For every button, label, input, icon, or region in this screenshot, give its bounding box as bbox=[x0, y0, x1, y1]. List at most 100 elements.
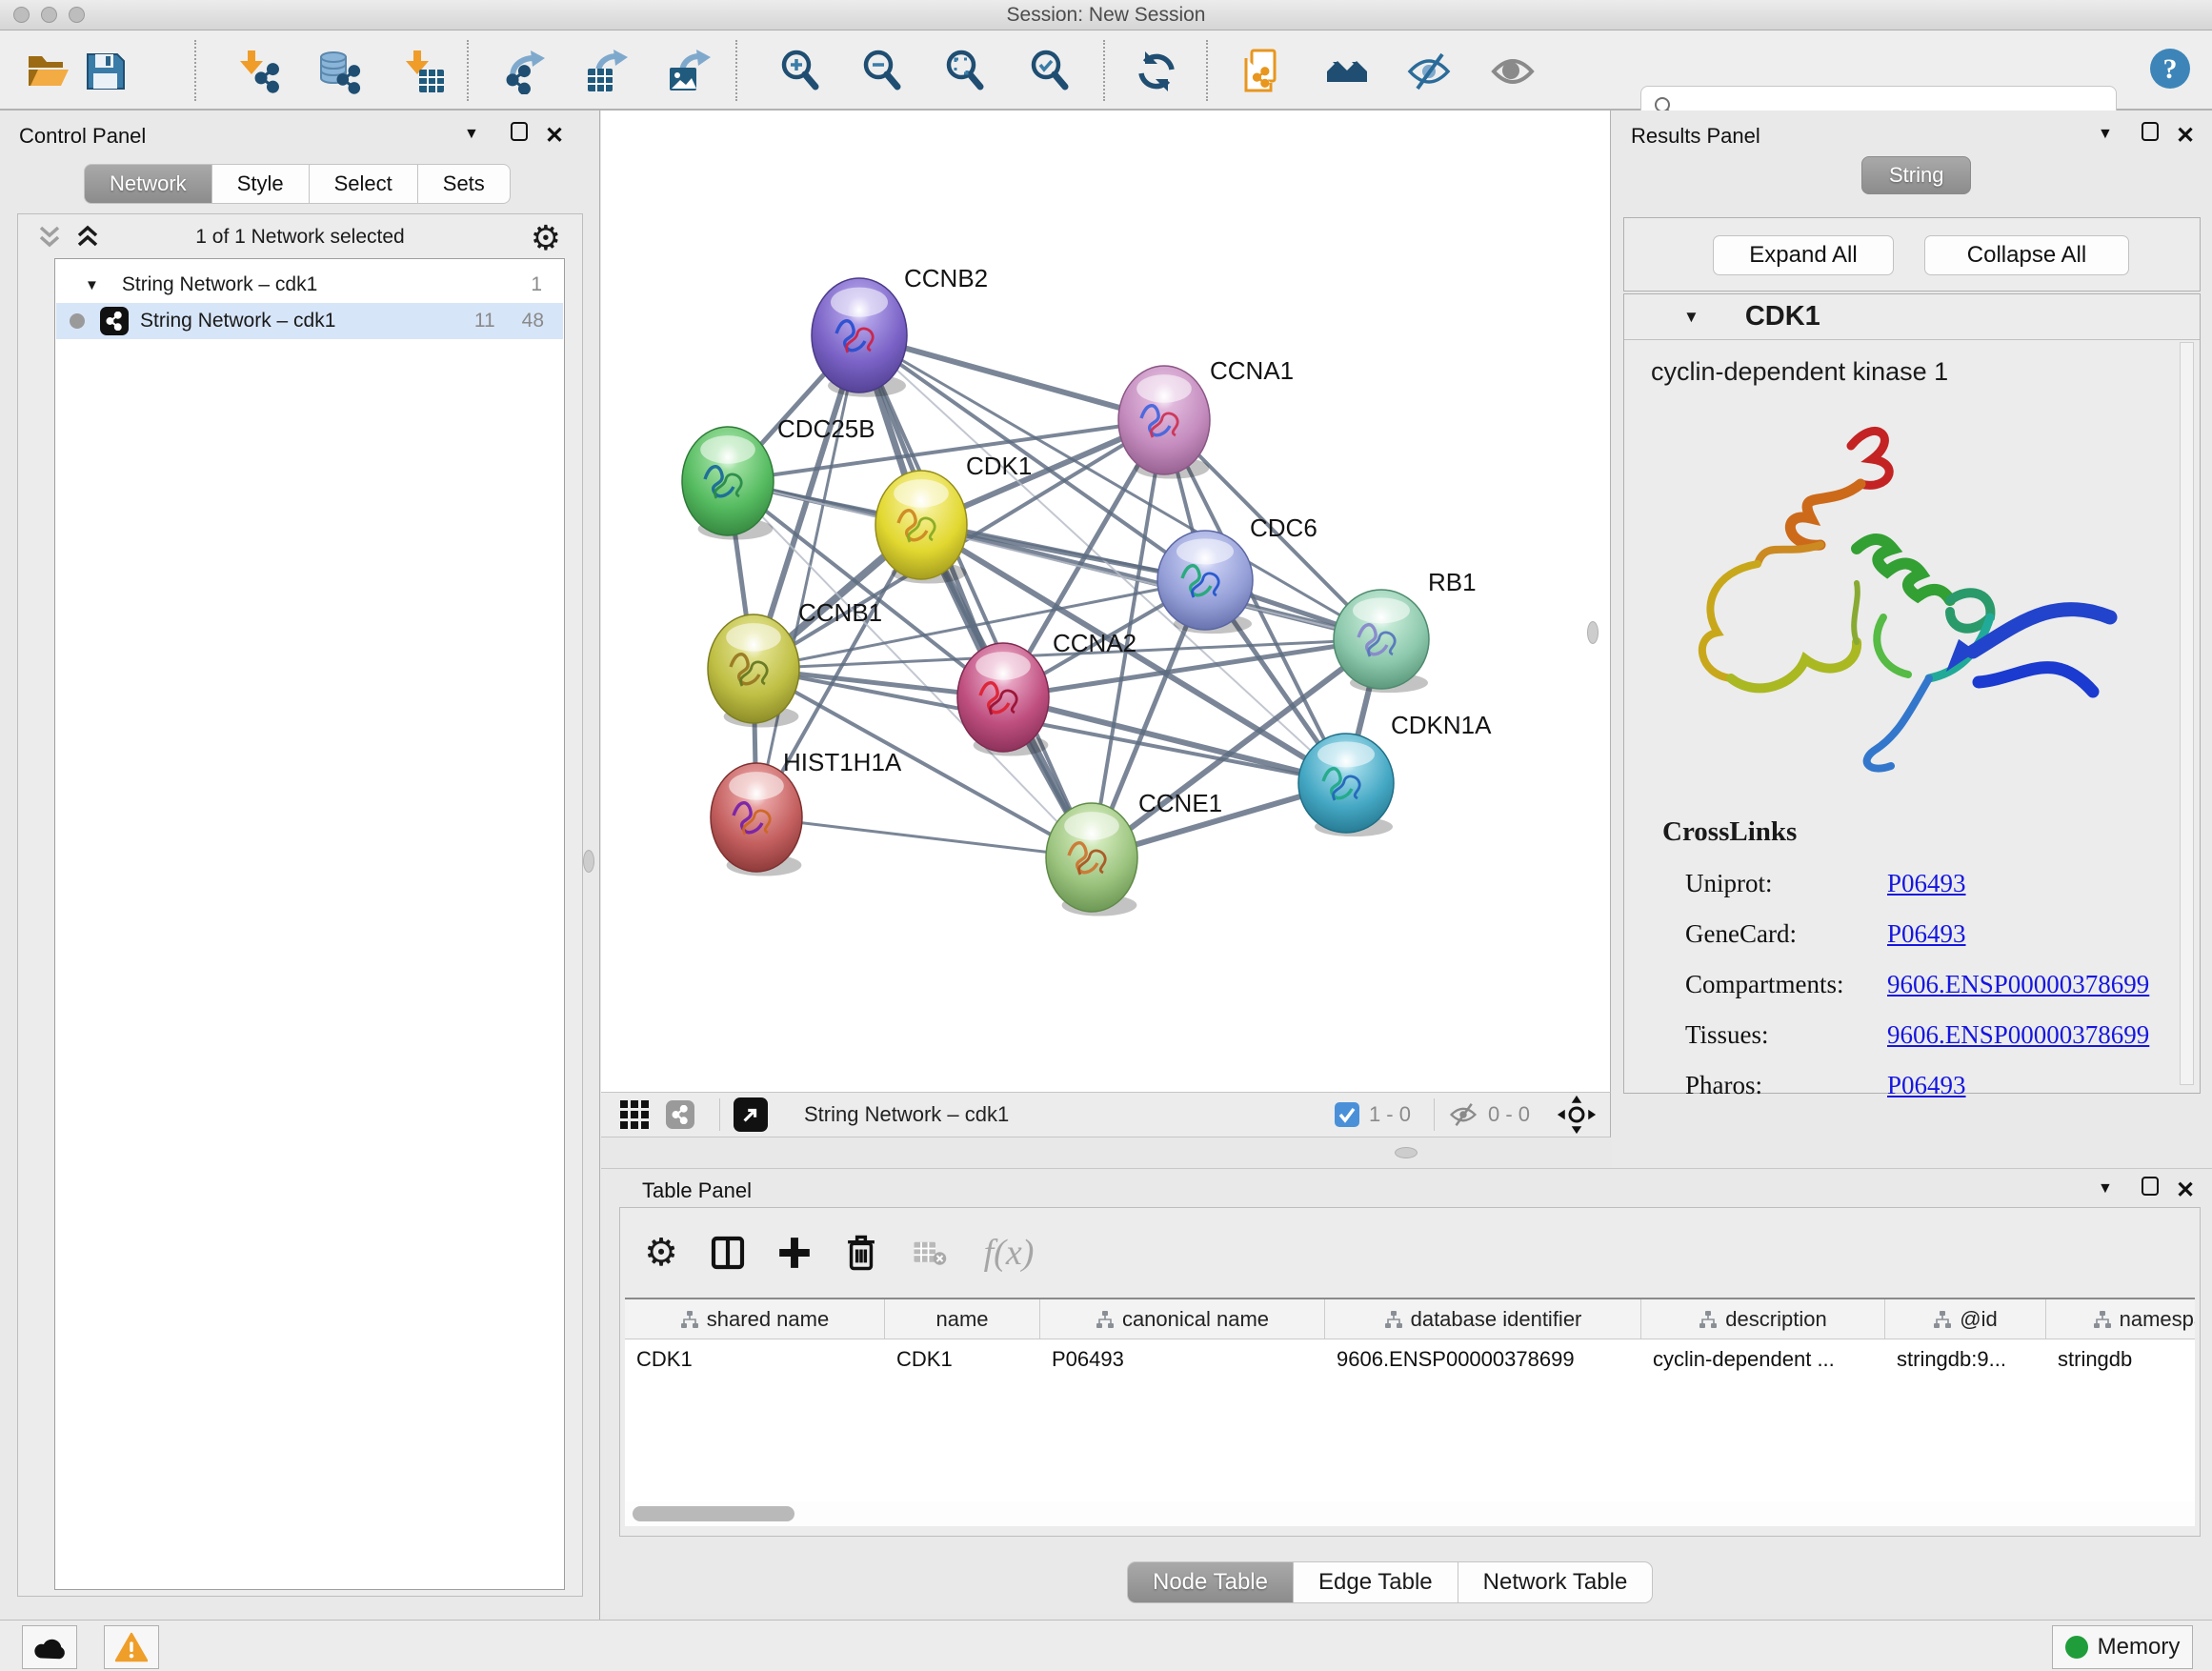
refresh-button[interactable] bbox=[1132, 47, 1181, 96]
import-table-button[interactable] bbox=[398, 47, 448, 96]
control-panel-close-icon[interactable]: ✕ bbox=[545, 122, 564, 150]
network-collection-row[interactable]: ▼ String Network – cdk1 1 bbox=[56, 267, 563, 303]
help-button[interactable]: ? bbox=[2145, 44, 2195, 93]
network-edge[interactable] bbox=[859, 335, 1092, 857]
export-network-button[interactable] bbox=[501, 47, 551, 96]
crosslink-link[interactable]: P06493 bbox=[1887, 919, 1966, 949]
table-header-namespace[interactable]: namespace bbox=[2046, 1299, 2195, 1339]
network-edge[interactable] bbox=[756, 817, 1092, 857]
network-node-label: CDC6 bbox=[1250, 513, 1317, 542]
zoom-selected-button[interactable] bbox=[1025, 47, 1075, 96]
results-scrollbar[interactable] bbox=[2180, 342, 2194, 1085]
export-table-button[interactable] bbox=[583, 47, 633, 96]
table-header-canonical-name[interactable]: canonical name bbox=[1040, 1299, 1325, 1339]
toolbar-separator bbox=[735, 40, 737, 101]
table-panel-restore-icon[interactable] bbox=[2142, 1177, 2159, 1196]
cloud-button[interactable] bbox=[22, 1625, 77, 1669]
clone-network-button[interactable] bbox=[1237, 47, 1286, 96]
expand-all-button[interactable]: Expand All bbox=[1713, 235, 1894, 275]
zoom-fit-button[interactable] bbox=[940, 47, 990, 96]
control-panel-restore-icon[interactable] bbox=[511, 122, 528, 141]
table-panel-float-icon[interactable]: ▼ bbox=[2098, 1180, 2113, 1198]
export-network-icon bbox=[503, 49, 549, 94]
scrollbar-thumb[interactable] bbox=[633, 1506, 794, 1521]
delete-table-icon-disabled bbox=[906, 1229, 954, 1277]
table-cell[interactable]: CDK1 bbox=[625, 1339, 885, 1379]
zoom-out-button[interactable] bbox=[857, 47, 907, 96]
import-network-icon bbox=[236, 49, 282, 94]
tab-network[interactable]: Network bbox=[84, 164, 212, 204]
import-network-from-database-button[interactable] bbox=[314, 47, 364, 96]
network-node-label: CDC25B bbox=[777, 414, 875, 443]
tab-node-table[interactable]: Node Table bbox=[1127, 1561, 1294, 1603]
import-network-button[interactable] bbox=[234, 47, 284, 96]
crosslink-label: GeneCard: bbox=[1685, 919, 1887, 949]
crosslink-link[interactable]: P06493 bbox=[1887, 869, 1966, 898]
collection-expand-arrow-icon[interactable]: ▼ bbox=[85, 277, 99, 293]
tab-network-table[interactable]: Network Table bbox=[1458, 1561, 1654, 1603]
crosslink-link[interactable]: 9606.ENSP00000378699 bbox=[1887, 970, 2149, 999]
entry-collapse-arrow-icon[interactable]: ▼ bbox=[1683, 308, 1699, 327]
selected-checkbox-icon[interactable] bbox=[1335, 1102, 1359, 1127]
tab-select[interactable]: Select bbox=[310, 164, 418, 204]
table-header-name[interactable]: name bbox=[885, 1299, 1040, 1339]
control-panel-float-icon[interactable]: ▼ bbox=[464, 126, 479, 143]
network-node-label: CCNE1 bbox=[1138, 789, 1222, 817]
zoom-selected-icon bbox=[1027, 49, 1073, 94]
tab-sets[interactable]: Sets bbox=[418, 164, 511, 204]
table-cell[interactable]: P06493 bbox=[1040, 1339, 1325, 1379]
tab-style[interactable]: Style bbox=[212, 164, 310, 204]
memory-button[interactable]: Memory bbox=[2052, 1625, 2193, 1669]
table-cell[interactable]: CDK1 bbox=[885, 1339, 1040, 1379]
table-row[interactable]: CDK1CDK1P064939606.ENSP00000378699cyclin… bbox=[625, 1339, 2195, 1379]
first-neighbors-button[interactable] bbox=[1322, 47, 1372, 96]
results-panel-float-icon[interactable]: ▼ bbox=[2098, 126, 2113, 143]
network-name: String Network – cdk1 bbox=[140, 310, 335, 332]
crosslink-link[interactable]: P06493 bbox=[1887, 1071, 1966, 1100]
table-panel-close-icon[interactable]: ✕ bbox=[2176, 1177, 2195, 1204]
goto-network-icon[interactable] bbox=[734, 1097, 768, 1132]
table-horizontal-scrollbar[interactable] bbox=[625, 1501, 2195, 1526]
fit-content-crosshair-icon[interactable] bbox=[1557, 1095, 1597, 1135]
add-column-icon[interactable] bbox=[771, 1229, 818, 1277]
crosslink-link[interactable]: 9606.ENSP00000378699 bbox=[1887, 1020, 2149, 1050]
table-header-description[interactable]: description bbox=[1641, 1299, 1885, 1339]
table-cell[interactable]: stringdb:9... bbox=[1885, 1339, 2046, 1379]
table-header-@id[interactable]: @id bbox=[1885, 1299, 2046, 1339]
show-columns-icon[interactable] bbox=[704, 1229, 752, 1277]
table-cell[interactable]: 9606.ENSP00000378699 bbox=[1325, 1339, 1641, 1379]
table-cell[interactable]: cyclin-dependent ... bbox=[1641, 1339, 1885, 1379]
export-image-button[interactable] bbox=[665, 47, 714, 96]
network-node-count: 11 bbox=[474, 310, 495, 332]
entry-header[interactable]: ▼ CDK1 bbox=[1624, 294, 2200, 340]
network-edge[interactable] bbox=[756, 335, 859, 817]
table-cell[interactable]: stringdb bbox=[2046, 1339, 2195, 1379]
right-splitter-handle[interactable] bbox=[1587, 621, 1599, 644]
hide-selected-button[interactable] bbox=[1404, 47, 1454, 96]
delete-column-trash-icon[interactable] bbox=[837, 1229, 885, 1277]
network-row-selected[interactable]: String Network – cdk1 11 48 bbox=[56, 303, 563, 339]
table-gear-icon[interactable]: ⚙ bbox=[637, 1229, 685, 1277]
left-splitter-handle[interactable] bbox=[583, 850, 594, 873]
network-view-canvas[interactable]: CCNB2CCNA1CDC25BCDK1CDC6RB1CCNB1CCNA2CDK… bbox=[601, 111, 1611, 1092]
warnings-button[interactable] bbox=[104, 1625, 159, 1669]
show-all-button[interactable] bbox=[1488, 47, 1538, 96]
birds-eye-grid-icon[interactable] bbox=[618, 1098, 651, 1131]
nav-separator bbox=[719, 1098, 720, 1131]
network-share-icon[interactable] bbox=[666, 1100, 694, 1129]
save-session-button[interactable] bbox=[80, 47, 130, 96]
open-file-button[interactable] bbox=[23, 47, 72, 96]
tab-string[interactable]: String bbox=[1861, 156, 1971, 194]
table-header-shared-name[interactable]: shared name bbox=[625, 1299, 885, 1339]
results-panel-restore-icon[interactable] bbox=[2142, 122, 2159, 141]
network-options-gear-icon[interactable]: ⚙ bbox=[531, 218, 561, 258]
crosslink-label: Uniprot: bbox=[1685, 869, 1887, 898]
results-panel-close-icon[interactable]: ✕ bbox=[2176, 122, 2195, 150]
collapse-all-button[interactable]: Collapse All bbox=[1924, 235, 2129, 275]
table-header-database-identifier[interactable]: database identifier bbox=[1325, 1299, 1641, 1339]
zoom-in-button[interactable] bbox=[775, 47, 825, 96]
network-node-label: CDKN1A bbox=[1391, 711, 1492, 739]
tab-edge-table[interactable]: Edge Table bbox=[1294, 1561, 1458, 1603]
horizontal-splitter-handle[interactable] bbox=[1395, 1147, 1418, 1158]
hidden-eye-slash-icon bbox=[1448, 1100, 1478, 1129]
